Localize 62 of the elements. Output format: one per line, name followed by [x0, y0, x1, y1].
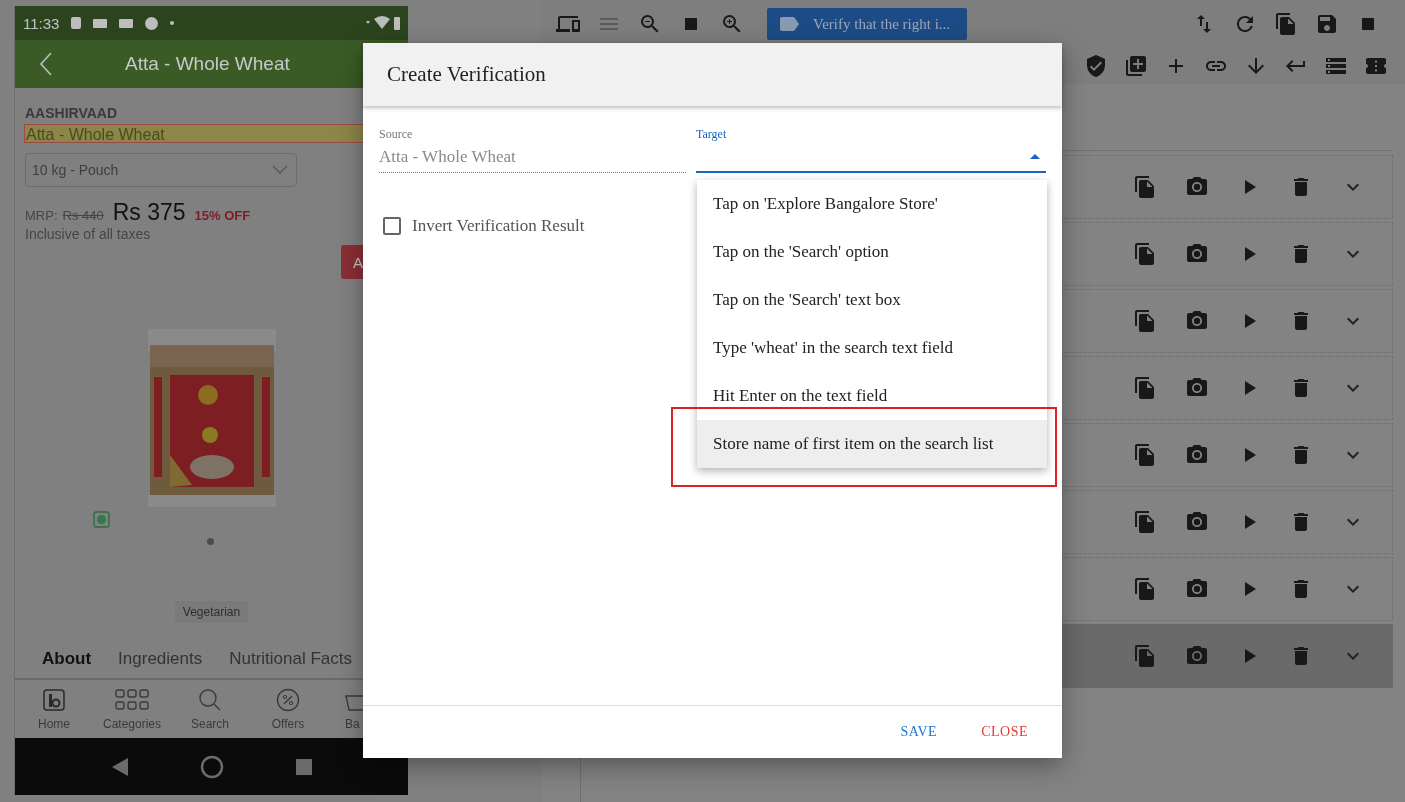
nav-item[interactable]: Home: [15, 680, 93, 738]
target-select[interactable]: Target: [696, 127, 1046, 173]
chevron-down-icon: [272, 165, 288, 175]
save-icon[interactable]: [1315, 12, 1339, 36]
veg-mark-icon: [93, 511, 110, 528]
page-indicator: [207, 538, 214, 545]
product-tab[interactable]: Nutritional Facts: [229, 649, 353, 669]
source-field[interactable]: Source Atta - Whole Wheat: [379, 127, 686, 173]
add-box-icon[interactable]: [1124, 54, 1148, 78]
copy-icon[interactable]: [1133, 309, 1157, 333]
dot-icon: [170, 21, 175, 25]
menu-option[interactable]: Tap on 'Explore Bangalore Store': [697, 180, 1047, 228]
menu-option[interactable]: Store name of first item on the search list: [697, 420, 1047, 468]
circle-notification-icon: [145, 16, 159, 30]
price: Rs 375: [112, 199, 186, 226]
app-notification-icon: [71, 16, 82, 30]
caret-icon: [1030, 154, 1040, 159]
save-button[interactable]: SAVE: [886, 716, 952, 748]
card-notification-icon: [119, 18, 134, 28]
home-nav-icon[interactable]: [200, 754, 225, 779]
close-button[interactable]: CLOSE: [967, 716, 1042, 748]
back-nav-icon[interactable]: [110, 756, 129, 777]
copy-icon[interactable]: [1133, 376, 1157, 400]
back-icon[interactable]: [39, 52, 53, 76]
screen-title: Atta - Whole Wheat: [125, 53, 290, 75]
dialog-title: Create Verification: [387, 62, 546, 87]
copy-icon[interactable]: [1133, 242, 1157, 266]
checkbox-label[interactable]: Invert Verification Result: [412, 216, 585, 236]
nav-item[interactable]: Offers: [249, 680, 327, 738]
brand-name: AASHIRVAAD: [25, 105, 118, 121]
menu-option[interactable]: Tap on the 'Search' option: [697, 228, 1047, 276]
step-chip[interactable]: Verify that the right i...: [767, 8, 967, 40]
percent-icon: [276, 687, 300, 712]
mrp-price: Rs 440: [62, 208, 104, 223]
search-icon: [198, 687, 222, 712]
checkbox[interactable]: [383, 217, 401, 235]
nav-item[interactable]: Ba: [327, 680, 405, 738]
recents-nav-icon[interactable]: [296, 758, 313, 775]
tax-note: Inclusive of all taxes: [25, 226, 151, 242]
card-notification-icon: [93, 18, 108, 28]
copy-icon[interactable]: [1133, 443, 1157, 467]
nav-item[interactable]: Categories: [93, 680, 171, 738]
copy-icon[interactable]: [1133, 175, 1157, 199]
grid-icon: [115, 687, 149, 712]
status-time: 11:33: [23, 14, 60, 32]
copy-icon[interactable]: [1133, 577, 1157, 601]
signal-battery-icons: [366, 16, 400, 30]
product-tab[interactable]: About: [42, 649, 92, 669]
menu-option[interactable]: Hit Enter on the text field: [697, 372, 1047, 420]
diet-tag: Vegetarian: [174, 601, 249, 623]
copy-icon[interactable]: [1133, 644, 1157, 668]
menu-option[interactable]: Tap on the 'Search' text box: [697, 276, 1047, 324]
home-icon: [42, 687, 66, 712]
copy-icon[interactable]: [1133, 510, 1157, 534]
copy-icon[interactable]: [1274, 12, 1298, 36]
discount: 15% OFF: [194, 208, 251, 223]
menu-option[interactable]: Type 'wheat' in the search text field: [697, 324, 1047, 372]
nav-item[interactable]: Search: [171, 680, 249, 738]
mrp-label: MRP:: [25, 208, 58, 223]
variant-select[interactable]: 10 kg - Pouch: [25, 153, 297, 187]
product-tab[interactable]: Ingredients: [118, 649, 203, 669]
shield-check-icon[interactable]: [1084, 54, 1108, 78]
